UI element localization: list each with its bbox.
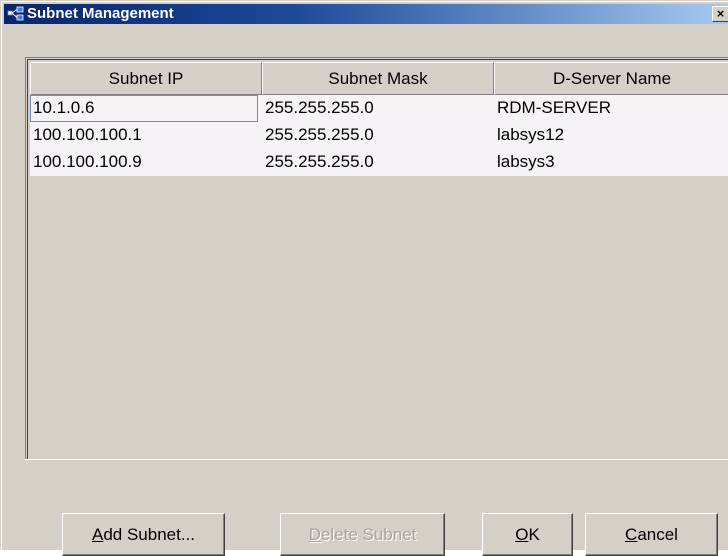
cancel-mnemonic: C <box>625 525 638 544</box>
add-subnet-label: dd Subnet... <box>103 525 196 544</box>
cancel-label: ancel <box>637 525 678 544</box>
cell-subnet-mask[interactable]: 255.255.255.0 <box>262 95 494 122</box>
table-viewport: Subnet IP Subnet Mask D-Server Name 10.1… <box>27 59 728 460</box>
add-subnet-mnemonic: A <box>91 525 104 544</box>
window-title: Subnet Management <box>27 5 174 22</box>
close-button[interactable]: × <box>712 6 728 22</box>
table-border-highlight <box>25 459 728 460</box>
cell-subnet-mask[interactable]: 255.255.255.0 <box>262 149 494 176</box>
subnet-table[interactable]: Subnet IP Subnet Mask D-Server Name 10.1… <box>25 57 728 460</box>
cell-dserver-name[interactable]: labsys3 <box>494 149 728 176</box>
cell-dserver-name[interactable]: labsys12 <box>494 122 728 149</box>
table-row[interactable]: 10.1.0.6 255.255.255.0 RDM-SERVER <box>30 95 728 122</box>
title-bar[interactable]: Subnet Management × <box>4 4 728 24</box>
cell-subnet-ip[interactable]: 100.100.100.9 <box>30 149 262 176</box>
subnet-management-dialog: Subnet Management × Subnet IP Subnet Mas… <box>0 0 728 556</box>
delete-subnet-label: elete Subnet <box>320 525 417 544</box>
close-icon: × <box>716 6 725 21</box>
table-row[interactable]: 100.100.100.9 255.255.255.0 labsys3 <box>30 149 728 176</box>
delete-subnet-mnemonic: D <box>308 525 321 544</box>
cell-dserver-name[interactable]: RDM-SERVER <box>494 95 728 122</box>
column-header-subnet-ip[interactable]: Subnet IP <box>30 62 262 95</box>
ok-label: K <box>528 525 540 544</box>
table-header: Subnet IP Subnet Mask D-Server Name <box>30 62 728 95</box>
cell-subnet-ip[interactable]: 100.100.100.1 <box>30 122 262 149</box>
column-header-dserver-name[interactable]: D-Server Name <box>494 62 728 95</box>
cell-subnet-mask[interactable]: 255.255.255.0 <box>262 122 494 149</box>
column-header-subnet-mask[interactable]: Subnet Mask <box>262 62 494 95</box>
ok-mnemonic: O <box>515 525 529 544</box>
network-icon <box>7 6 24 21</box>
cell-subnet-ip[interactable]: 10.1.0.6 <box>30 95 258 122</box>
table-row[interactable]: 100.100.100.1 255.255.255.0 labsys12 <box>30 122 728 149</box>
